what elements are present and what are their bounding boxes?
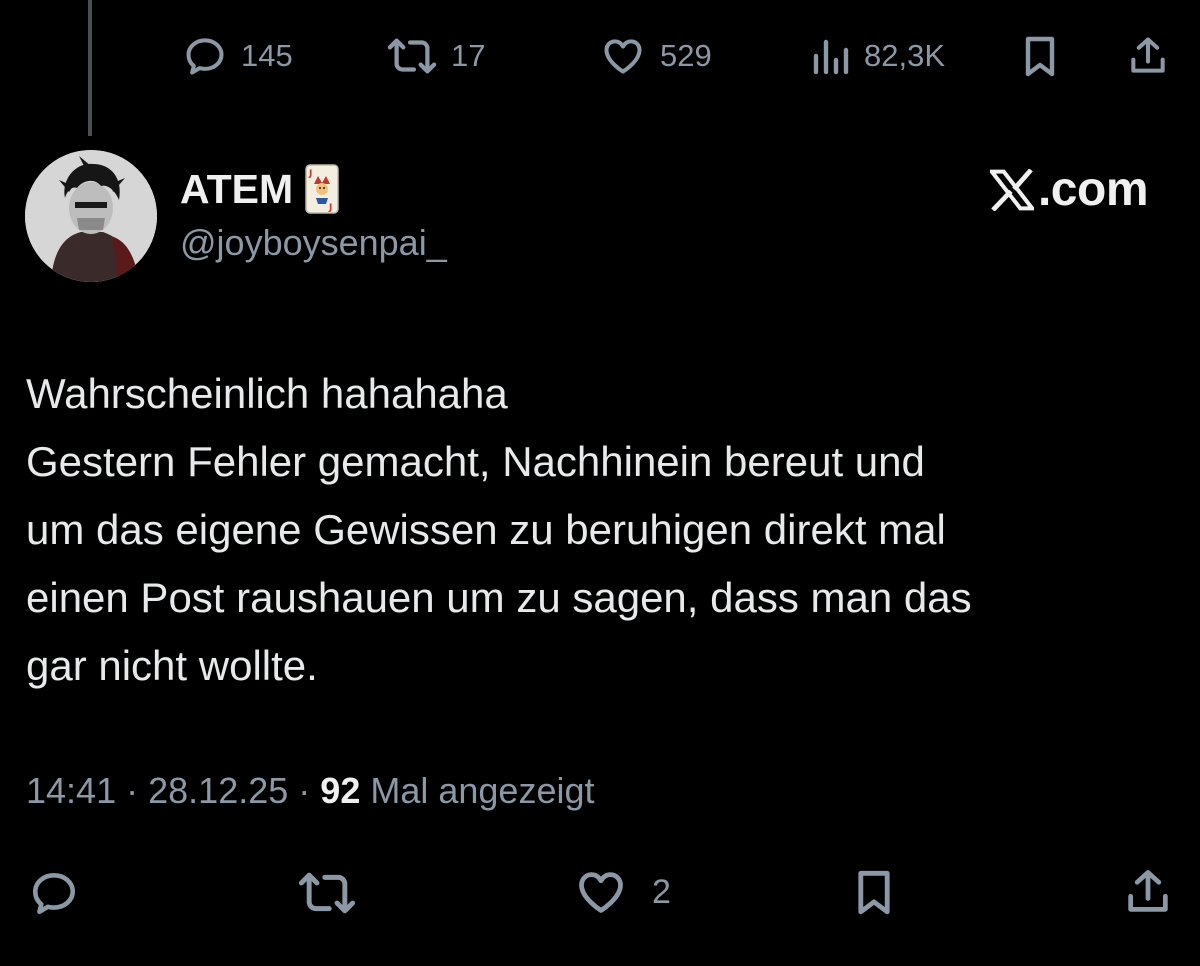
heart-icon (604, 39, 642, 74)
repost-icon (387, 38, 437, 74)
parent-reply-count: 145 (241, 38, 293, 73)
brand-text: .com (1037, 163, 1149, 216)
tweet-meta: 14:41 · 28.12.25 · 92 Mal angezeigt (26, 770, 595, 812)
share-icon (1128, 870, 1168, 912)
brand-watermark: .com (989, 162, 1149, 217)
like-button[interactable]: 2 (574, 866, 671, 918)
tweet-time[interactable]: 14:41 (26, 770, 116, 811)
reply-button[interactable] (28, 868, 80, 918)
reply-icon (186, 38, 224, 75)
bookmark-icon (858, 870, 890, 915)
tweet-text-line: Wahrscheinlich hahahaha (26, 370, 508, 417)
author-display-name[interactable]: ATEM J J (180, 164, 339, 214)
joker-card-emoji: J J (305, 164, 339, 214)
parent-views-button[interactable]: 82,3K (810, 34, 945, 78)
tweet-text-line: gar nicht wollte. (26, 642, 318, 689)
views-label: Mal angezeigt (370, 770, 595, 811)
reply-icon (32, 873, 76, 915)
tweet-text-line: um das eigene Gewissen zu beruhigen dire… (26, 506, 946, 553)
tweet-text: Wahrscheinlich hahahaha Gestern Fehler g… (26, 360, 1176, 700)
parent-share-button[interactable] (1126, 34, 1170, 78)
parent-views-count: 82,3K (864, 38, 946, 73)
avatar[interactable] (25, 150, 157, 282)
tweet-date[interactable]: 28.12.25 (148, 770, 288, 811)
parent-bookmark-button[interactable] (1020, 34, 1060, 78)
analytics-icon (813, 39, 849, 75)
parent-repost-button[interactable]: 17 (387, 34, 485, 78)
tweet-text-line: einen Post raushauen um zu sagen, dass m… (26, 574, 972, 621)
svg-text:J: J (328, 203, 332, 213)
repost-icon (298, 872, 356, 914)
thread-connector-line (88, 0, 92, 136)
heart-icon (579, 872, 623, 913)
like-count: 2 (652, 872, 671, 911)
parent-like-button[interactable]: 529 (600, 34, 712, 78)
parent-repost-count: 17 (451, 38, 486, 73)
svg-text:J: J (308, 169, 312, 179)
meta-separator: · (298, 770, 311, 811)
share-icon (1131, 37, 1165, 73)
meta-separator: · (126, 770, 139, 811)
share-button[interactable] (1122, 866, 1174, 918)
author-handle[interactable]: @joyboysenpai_ (180, 222, 447, 264)
bookmark-button[interactable] (852, 866, 896, 918)
bookmark-icon (1025, 36, 1055, 77)
tweet-text-line: Gestern Fehler gemacht, Nachhinein bereu… (26, 438, 925, 485)
repost-button[interactable] (298, 868, 356, 918)
avatar-image (25, 150, 157, 282)
views-count: 92 (320, 770, 361, 811)
x-logo-icon (989, 168, 1034, 211)
display-name-text: ATEM (180, 165, 294, 212)
parent-like-count: 529 (660, 38, 712, 73)
parent-reply-button[interactable]: 145 (183, 34, 293, 78)
